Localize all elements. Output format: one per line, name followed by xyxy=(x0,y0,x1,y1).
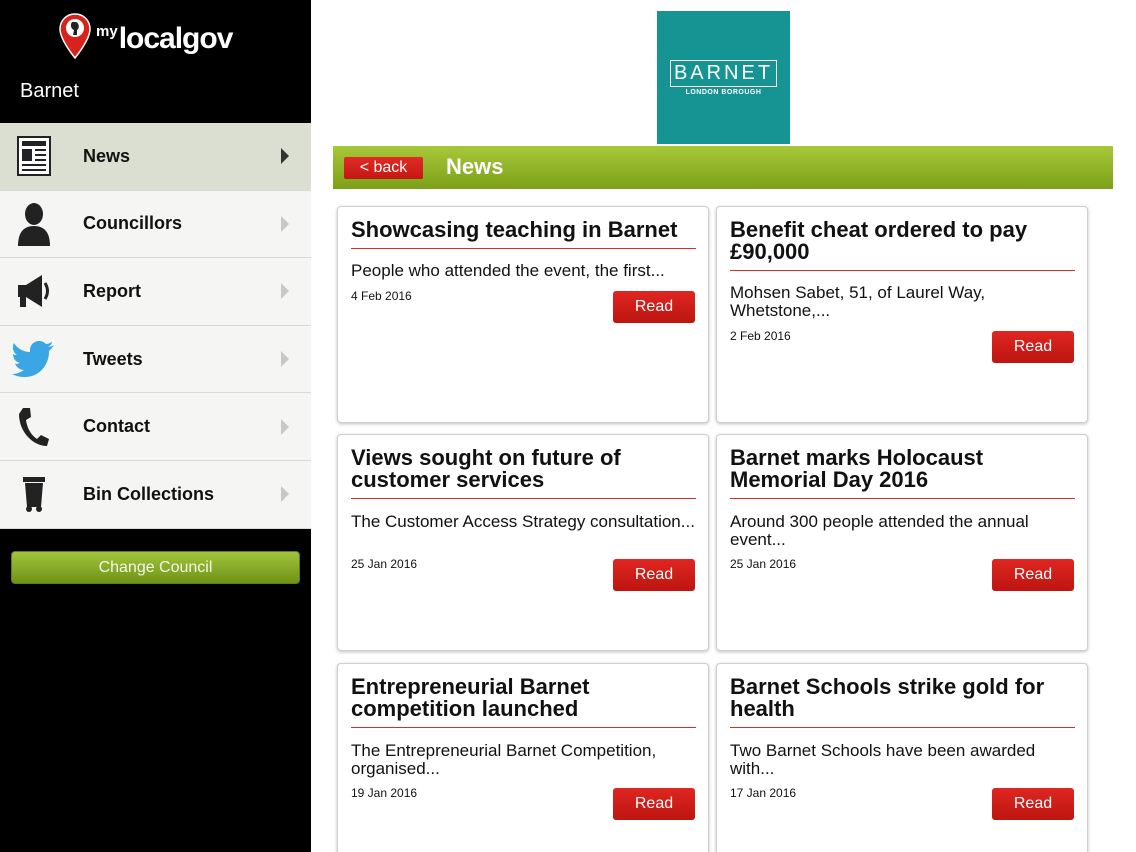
sidebar-item-label: News xyxy=(83,145,131,166)
sidebar-item-bin-collections[interactable]: Bin Collections xyxy=(0,460,311,529)
chevron-right-icon xyxy=(281,486,289,503)
newspaper-icon xyxy=(12,134,56,178)
read-button[interactable]: Read xyxy=(992,788,1074,820)
barnet-council-logo: BARNET LONDON BOROUGH xyxy=(657,11,790,144)
megaphone-icon xyxy=(12,269,56,313)
wheelie-bin-icon xyxy=(12,472,56,516)
news-date: 17 Jan 2016 xyxy=(730,786,797,800)
news-card[interactable]: Entrepreneurial Barnet competition launc… xyxy=(337,663,709,852)
news-card[interactable]: Barnet marks Holocaust Memorial Day 2016… xyxy=(716,434,1088,651)
section-header: < back News xyxy=(333,146,1113,189)
news-title: Barnet marks Holocaust Memorial Day 2016 xyxy=(730,447,1075,499)
brand-word: BARNET xyxy=(669,59,778,87)
news-title: Views sought on future of customer servi… xyxy=(351,447,696,499)
logo-word: localgov xyxy=(118,22,234,55)
news-excerpt: Around 300 people attended the annual ev… xyxy=(730,512,1029,549)
sidebar-item-report[interactable]: Report xyxy=(0,258,311,326)
news-title: Benefit cheat ordered to pay £90,000 xyxy=(730,219,1075,271)
news-date: 25 Jan 2016 xyxy=(351,557,418,571)
read-button[interactable]: Read xyxy=(613,559,695,591)
sidebar-item-label: Report xyxy=(83,280,141,301)
news-title: Entrepreneurial Barnet competition launc… xyxy=(351,676,696,728)
read-button[interactable]: Read xyxy=(613,291,695,323)
sidebar: my localgov Barnet News Councillors Repo… xyxy=(0,0,311,852)
news-excerpt: The Customer Access Strategy consultatio… xyxy=(351,512,695,531)
sidebar-item-news[interactable]: News xyxy=(0,123,311,191)
sidebar-item-tweets[interactable]: Tweets xyxy=(0,325,311,394)
map-pin-icon xyxy=(59,13,91,59)
news-card[interactable]: Showcasing teaching in Barnet People who… xyxy=(337,206,709,423)
back-button[interactable]: < back xyxy=(344,157,423,179)
phone-icon xyxy=(12,405,56,449)
news-excerpt: Mohsen Sabet, 51, of Laurel Way, Whetsto… xyxy=(730,283,986,320)
chevron-right-icon xyxy=(281,283,289,300)
twitter-bird-icon xyxy=(12,337,56,381)
news-title: Showcasing teaching in Barnet xyxy=(351,219,696,249)
brand-subtitle: LONDON BOROUGH xyxy=(685,88,762,96)
news-card[interactable]: Views sought on future of customer servi… xyxy=(337,434,709,651)
news-card[interactable]: Barnet Schools strike gold for health Tw… xyxy=(716,663,1088,852)
read-button[interactable]: Read xyxy=(992,559,1074,591)
sidebar-item-contact[interactable]: Contact xyxy=(0,393,311,461)
news-date: 19 Jan 2016 xyxy=(351,786,418,800)
app-root: my localgov Barnet News Councillors Repo… xyxy=(0,0,1136,852)
news-excerpt: People who attended the event, the first… xyxy=(351,261,665,280)
logo-prefix: my xyxy=(96,23,118,40)
read-button[interactable]: Read xyxy=(613,788,695,820)
news-title: Barnet Schools strike gold for health xyxy=(730,676,1075,728)
news-excerpt: The Entrepreneurial Barnet Competition, … xyxy=(351,741,657,778)
sidebar-menu: News Councillors Report Tweets Contact B… xyxy=(0,123,311,529)
news-card[interactable]: Benefit cheat ordered to pay £90,000 Moh… xyxy=(716,206,1088,423)
change-council-button[interactable]: Change Council xyxy=(11,551,300,584)
sidebar-item-label: Bin Collections xyxy=(83,483,215,504)
news-date: 4 Feb 2016 xyxy=(351,289,412,303)
news-date: 2 Feb 2016 xyxy=(730,329,791,343)
chevron-right-icon xyxy=(281,148,289,165)
news-excerpt: Two Barnet Schools have been awarded wit… xyxy=(730,741,1036,778)
mylocalgov-logo: my localgov xyxy=(58,13,234,59)
sidebar-item-councillors[interactable]: Councillors xyxy=(0,190,311,259)
council-name: Barnet xyxy=(20,80,79,102)
sidebar-item-label: Contact xyxy=(83,416,150,437)
read-button[interactable]: Read xyxy=(992,331,1074,363)
chevron-right-icon xyxy=(281,351,289,368)
chevron-right-icon xyxy=(281,215,289,232)
page-title: News xyxy=(446,154,504,179)
sidebar-item-label: Councillors xyxy=(83,213,183,234)
news-date: 25 Jan 2016 xyxy=(730,557,797,571)
sidebar-item-label: Tweets xyxy=(83,348,143,369)
person-icon xyxy=(12,202,56,246)
chevron-right-icon xyxy=(281,418,289,435)
